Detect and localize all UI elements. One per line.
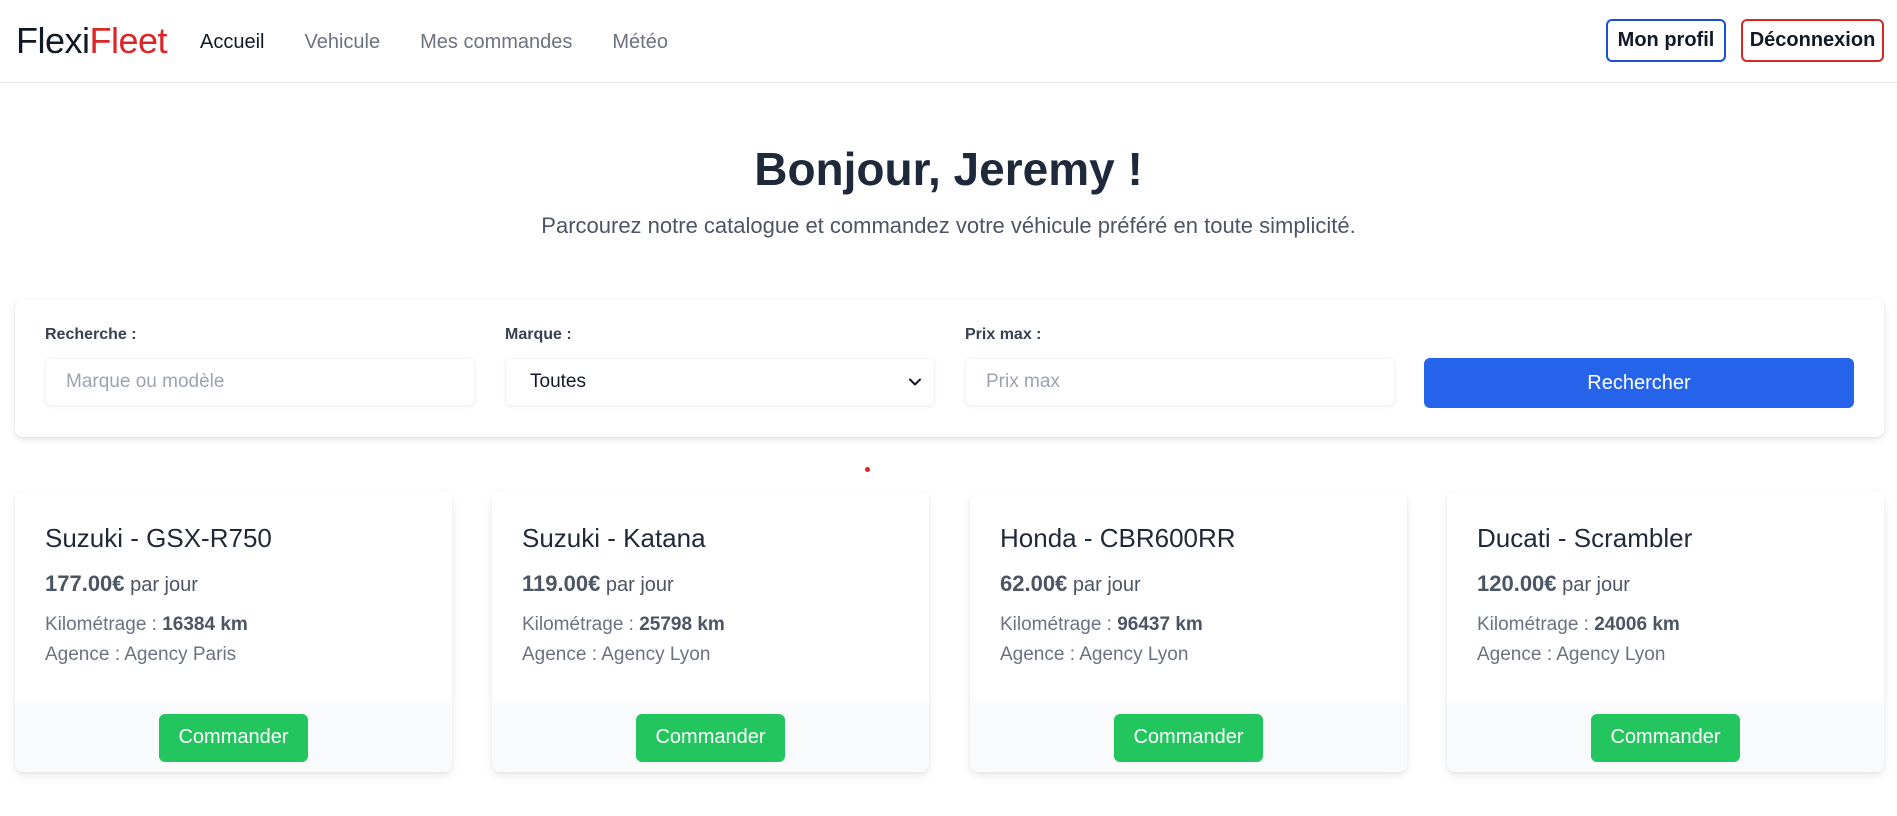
brand-logo[interactable]: FlexiFleet (16, 20, 168, 62)
vehicle-agency: Agence : Agency Lyon (1477, 642, 1854, 668)
vehicle-agency-label: Agence : (1000, 644, 1075, 665)
max-price-input[interactable] (965, 358, 1395, 406)
vehicle-card: Suzuki - Katana 119.00€ par jour Kilomét… (492, 492, 929, 772)
page-title: Bonjour, Jeremy ! (754, 143, 1143, 195)
nav-link-mes-commandes[interactable]: Mes commandes (420, 30, 572, 54)
vehicle-agency: Agence : Agency Lyon (522, 642, 899, 668)
brand-filter-label: Marque : (505, 326, 572, 343)
brand-logo-part1: Flexi (16, 20, 90, 61)
order-button[interactable]: Commander (636, 713, 785, 762)
vehicle-price-unit: par jour (605, 574, 674, 596)
vehicle-price-value: 62.00€ (1000, 571, 1068, 596)
max-price-field: Prix max : (965, 324, 1395, 406)
vehicle-title: Ducati - Scrambler (1477, 523, 1693, 553)
order-button[interactable]: Commander (1591, 713, 1740, 762)
vehicle-card: Ducati - Scrambler 120.00€ par jour Kilo… (1447, 492, 1884, 772)
vehicle-agency-value: Agency Lyon (601, 644, 711, 665)
nav-link-vehicule[interactable]: Vehicule (304, 30, 380, 54)
vehicle-agency: Agence : Agency Lyon (1000, 642, 1377, 668)
vehicle-price-unit: par jour (1072, 574, 1141, 596)
nav-link-meteo[interactable]: Météo (612, 30, 668, 54)
search-query-field: Recherche : (45, 324, 475, 406)
brand-logo-part2: Fleet (89, 20, 168, 61)
vehicle-price-value: 119.00€ (522, 571, 601, 596)
vehicle-card-footer: Commander (492, 703, 929, 772)
vehicle-card-body: Suzuki - Katana 119.00€ par jour Kilomét… (492, 492, 929, 703)
search-panel: Recherche : Marque : Toutes Prix max : R… (15, 300, 1884, 437)
vehicle-agency-value: Agency Lyon (1079, 644, 1189, 665)
vehicle-price: 119.00€ par jour (522, 571, 899, 598)
vehicle-title: Suzuki - GSX-R750 (45, 523, 272, 553)
vehicle-mileage-label: Kilométrage : (45, 614, 157, 635)
vehicle-mileage: Kilométrage : 25798 km (522, 612, 899, 638)
search-query-input[interactable] (45, 358, 475, 406)
vehicle-title: Suzuki - Katana (522, 523, 706, 553)
vehicle-price: 62.00€ par jour (1000, 571, 1377, 598)
vehicle-price-unit: par jour (1562, 574, 1630, 596)
nav-link-accueil[interactable]: Accueil (200, 30, 264, 54)
vehicle-price-unit: par jour (130, 574, 198, 596)
vehicle-agency-value: Agency Lyon (1556, 644, 1666, 665)
vehicle-mileage-value: 25798 km (639, 614, 725, 635)
loading-indicator-dot (865, 467, 870, 472)
vehicle-price-value: 120.00€ (1477, 571, 1557, 596)
vehicle-mileage-label: Kilométrage : (1000, 614, 1112, 635)
vehicle-card-footer: Commander (1447, 703, 1884, 772)
profile-button[interactable]: Mon profil (1606, 19, 1726, 62)
vehicle-mileage: Kilométrage : 16384 km (45, 612, 422, 638)
brand-filter-field: Marque : Toutes (505, 324, 935, 406)
vehicle-price-value: 177.00€ (45, 571, 125, 596)
chevron-down-icon (909, 378, 921, 386)
vehicle-agency-value: Agency Paris (124, 644, 237, 665)
brand-select-value: Toutes (530, 371, 586, 392)
vehicle-agency-label: Agence : (45, 644, 120, 665)
search-query-label: Recherche : (45, 326, 137, 343)
vehicle-card-body: Honda - CBR600RR 62.00€ par jour Kilomét… (970, 492, 1407, 703)
vehicle-price: 120.00€ par jour (1477, 571, 1854, 598)
vehicle-card: Honda - CBR600RR 62.00€ par jour Kilomét… (970, 492, 1407, 772)
max-price-label: Prix max : (965, 326, 1042, 343)
vehicle-mileage-value: 96437 km (1117, 614, 1203, 635)
vehicle-agency-label: Agence : (1477, 644, 1552, 665)
main-nav: Accueil Vehicule Mes commandes Météo (200, 0, 708, 83)
search-button[interactable]: Rechercher (1424, 358, 1854, 408)
logout-button[interactable]: Déconnexion (1741, 19, 1884, 62)
vehicle-agency: Agence : Agency Paris (45, 642, 422, 668)
vehicle-card: Suzuki - GSX-R750 177.00€ par jour Kilom… (15, 492, 452, 772)
vehicle-mileage: Kilométrage : 96437 km (1000, 612, 1377, 638)
vehicle-card-footer: Commander (15, 703, 452, 772)
order-button[interactable]: Commander (1114, 713, 1263, 762)
vehicle-mileage-value: 16384 km (162, 614, 248, 635)
vehicle-price: 177.00€ par jour (45, 571, 422, 598)
vehicle-mileage-label: Kilométrage : (522, 614, 634, 635)
vehicle-card-footer: Commander (970, 703, 1407, 772)
vehicle-agency-label: Agence : (522, 644, 597, 665)
vehicle-mileage: Kilométrage : 24006 km (1477, 612, 1854, 638)
order-button[interactable]: Commander (159, 713, 308, 762)
vehicle-title: Honda - CBR600RR (1000, 523, 1236, 553)
page-subtitle: Parcourez notre catalogue et commandez v… (541, 213, 1356, 238)
vehicle-card-body: Ducati - Scrambler 120.00€ par jour Kilo… (1447, 492, 1884, 703)
vehicle-card-body: Suzuki - GSX-R750 177.00€ par jour Kilom… (15, 492, 452, 703)
navbar: FlexiFleet Accueil Vehicule Mes commande… (0, 0, 1897, 83)
vehicle-mileage-label: Kilométrage : (1477, 614, 1589, 635)
vehicle-mileage-value: 24006 km (1594, 614, 1680, 635)
brand-select[interactable]: Toutes (505, 358, 935, 406)
